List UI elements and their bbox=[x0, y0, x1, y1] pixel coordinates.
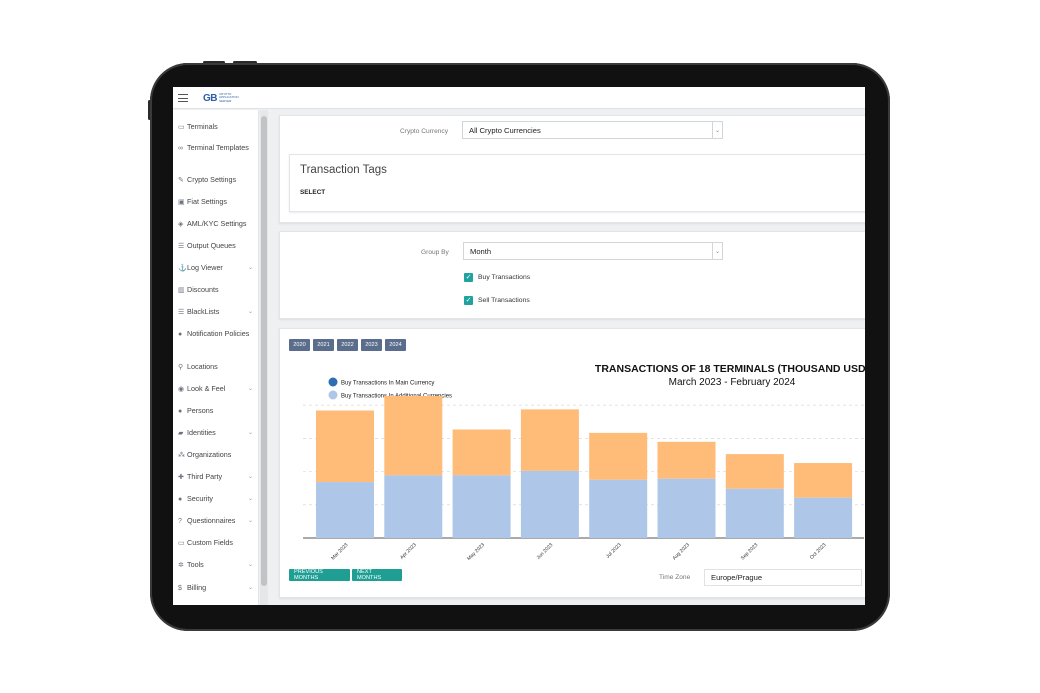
x-tick-label: Jun 2023 bbox=[536, 542, 555, 561]
x-tick-label: Apr 2023 bbox=[399, 542, 418, 561]
bar-upper bbox=[384, 395, 443, 476]
x-tick-label: Aug 2023 bbox=[672, 542, 692, 562]
x-tick-label: May 2023 bbox=[466, 542, 486, 562]
bar-lower bbox=[452, 475, 511, 538]
time-zone-input[interactable]: Europe/Prague bbox=[704, 569, 862, 586]
bar-upper bbox=[452, 429, 511, 476]
bar-lower bbox=[794, 497, 853, 538]
app-screen: GB Crypto Application Server ▭ Terminals ∞… bbox=[173, 87, 865, 605]
x-tick-label: Mar 2023 bbox=[330, 542, 349, 561]
bar-upper bbox=[520, 409, 579, 471]
time-zone-label: Time Zone bbox=[659, 574, 691, 581]
chart-title: TRANSACTIONS OF 18 TERMINALS (THOUSAND U… bbox=[595, 363, 865, 375]
time-zone-value: Europe/Prague bbox=[711, 573, 763, 582]
x-tick-label: Jul 2023 bbox=[605, 542, 623, 560]
transactions-chart: TRANSACTIONS OF 18 TERMINALS (THOUSAND U… bbox=[303, 363, 865, 562]
bar-lower bbox=[725, 488, 784, 538]
next-months-button[interactable]: NEXT MONTHS bbox=[352, 569, 402, 581]
legend-marker-main bbox=[328, 377, 338, 387]
x-tick-label: Sep 2023 bbox=[740, 542, 760, 562]
bar-lower bbox=[657, 478, 716, 538]
bar-lower bbox=[520, 470, 579, 538]
bar-upper bbox=[589, 432, 648, 480]
bar-lower bbox=[384, 475, 443, 538]
bar-lower bbox=[316, 482, 374, 538]
chart-subtitle: March 2023 - February 2024 bbox=[669, 377, 796, 388]
x-tick-label: Oct 2023 bbox=[809, 542, 828, 561]
bar-lower bbox=[589, 479, 648, 538]
bar-upper bbox=[794, 463, 853, 498]
bar-upper bbox=[657, 441, 716, 479]
previous-months-button[interactable]: PREVIOUS MONTHS bbox=[289, 569, 350, 581]
bar-upper bbox=[316, 410, 374, 483]
legend-label-main: Buy Transactions In Main Currency bbox=[341, 381, 434, 387]
bar-upper bbox=[725, 454, 784, 489]
legend-marker-additional bbox=[328, 390, 338, 400]
